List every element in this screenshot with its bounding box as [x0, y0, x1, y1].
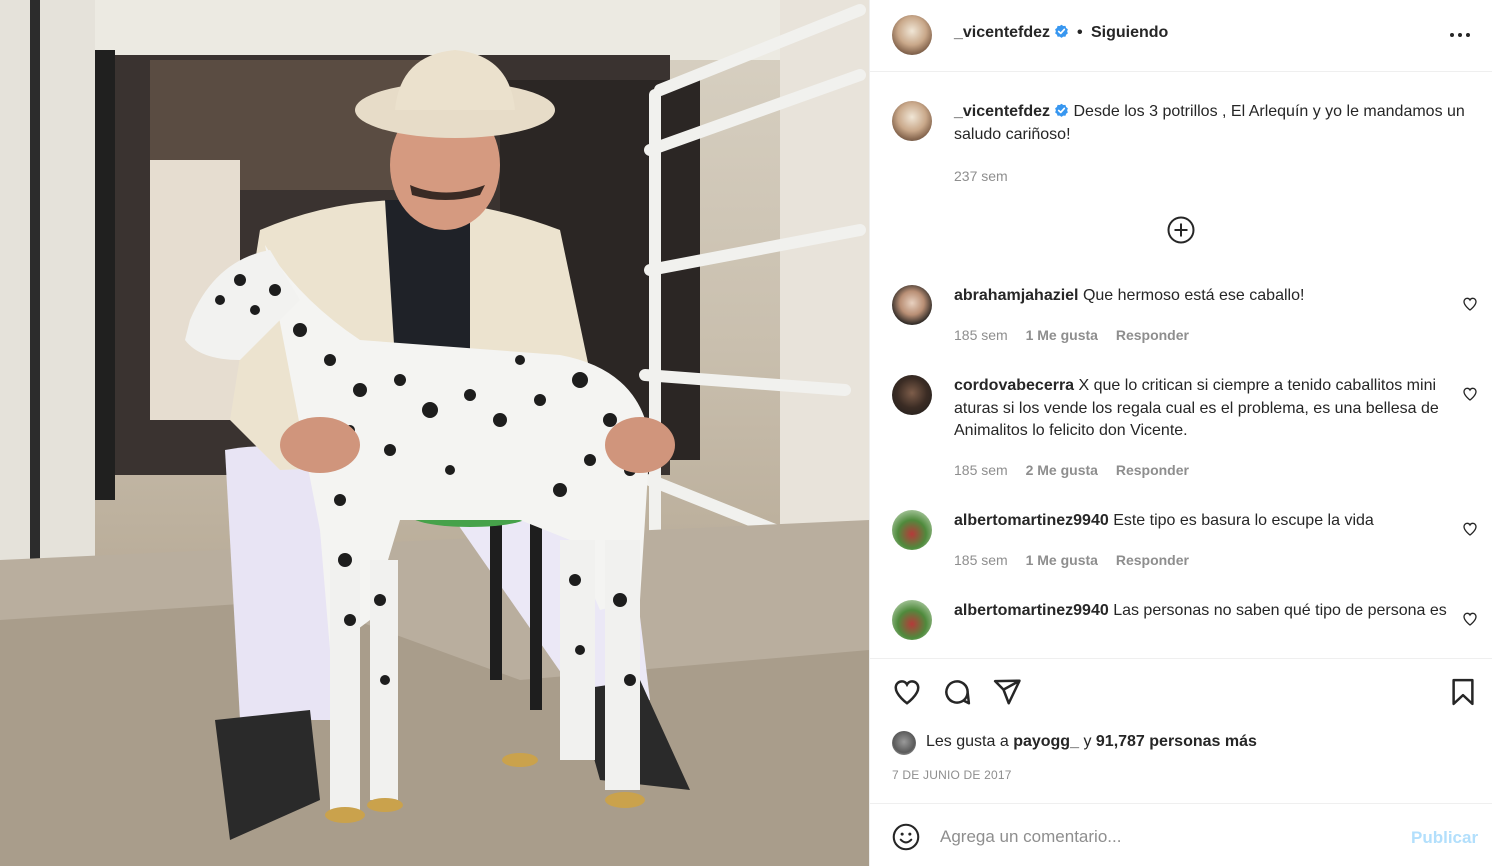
publish-button[interactable]: Publicar [1411, 828, 1478, 848]
comment-input[interactable] [940, 824, 1390, 850]
comment-time[interactable]: 185 sem [954, 327, 1008, 343]
comment-body: Que hermoso está ese caballo! [1082, 287, 1305, 304]
likes-count[interactable]: 91,787 personas más [1096, 733, 1257, 750]
comment-likes[interactable]: 2 Me gusta [1026, 462, 1098, 478]
commenter-avatar[interactable] [892, 600, 932, 640]
commenter-username[interactable]: albertomartinez9940 [954, 512, 1109, 529]
comment-item: cordovabecerra X que lo critican si ciem… [892, 375, 1482, 490]
comment-text: abrahamjahaziel Que hermoso está ese cab… [954, 285, 1479, 308]
commenter-username[interactable]: albertomartinez9940 [954, 602, 1109, 619]
comment-time[interactable]: 185 sem [954, 552, 1008, 568]
comment-item: albertomartinez9940 Este tipo es basura … [892, 510, 1482, 580]
likes-prefix: Les gusta a [926, 733, 1009, 750]
post-photo-illustration [0, 0, 869, 866]
liker-username[interactable]: payogg_ [1013, 733, 1079, 750]
liker-avatar[interactable] [892, 731, 916, 755]
caption-time[interactable]: 237 sem [954, 168, 1008, 184]
share-icon[interactable] [992, 677, 1022, 707]
caption-meta: 237 sem [954, 168, 1022, 184]
comment-item: abrahamjahaziel Que hermoso está ese cab… [892, 285, 1482, 355]
header-separator: • [1077, 24, 1083, 41]
likes-text: Les gusta a payogg_ y 91,787 personas má… [926, 733, 1257, 751]
commenter-username[interactable]: cordovabecerra [954, 377, 1074, 394]
comment-text: albertomartinez9940 Las personas no sabe… [954, 600, 1479, 623]
heart-icon[interactable] [1462, 521, 1478, 537]
caption-text: _vicentefdez Desde los 3 potrillos , El … [954, 101, 1479, 146]
comment-item: albertomartinez9940 Las personas no sabe… [892, 600, 1482, 658]
reply-button[interactable]: Responder [1116, 327, 1189, 343]
comment-likes[interactable]: 1 Me gusta [1026, 552, 1098, 568]
heart-icon[interactable] [1462, 386, 1478, 402]
comment-body: Las personas no saben qué tipo de person… [1113, 602, 1447, 619]
plus-circle-icon[interactable] [1166, 215, 1196, 245]
add-comment-bar: Publicar [870, 803, 1492, 866]
commenter-avatar[interactable] [892, 510, 932, 550]
comment-likes[interactable]: 1 Me gusta [1026, 327, 1098, 343]
comment-time[interactable]: 185 sem [954, 462, 1008, 478]
caption: _vicentefdez Desde los 3 potrillos , El … [892, 101, 1482, 191]
following-button[interactable]: Siguiendo [1091, 24, 1168, 42]
commenter-avatar[interactable] [892, 375, 932, 415]
caption-avatar[interactable] [892, 101, 932, 141]
post-date[interactable]: 7 DE JUNIO DE 2017 [892, 768, 1012, 782]
likes-joiner: y [1083, 733, 1092, 750]
verified-badge-icon [1055, 103, 1068, 117]
author-avatar[interactable] [892, 15, 932, 55]
verified-badge-icon [1055, 24, 1068, 38]
comment-text: cordovabecerra X que lo critican si ciem… [954, 375, 1479, 443]
comment-meta: 185 sem 2 Me gusta Responder [954, 462, 1203, 478]
post-side-panel: _vicentefdez • Siguiendo _vicentefdez De… [869, 0, 1492, 866]
comment-body: Este tipo es basura lo escupe la vida [1113, 512, 1374, 529]
heart-icon[interactable] [1462, 296, 1478, 312]
more-options-icon[interactable] [1448, 26, 1472, 44]
author-username[interactable]: _vicentefdez [954, 24, 1069, 42]
post-photo[interactable] [0, 0, 869, 866]
post-header: _vicentefdez • Siguiendo [870, 0, 1492, 72]
commenter-avatar[interactable] [892, 285, 932, 325]
comments-list[interactable]: _vicentefdez Desde los 3 potrillos , El … [870, 73, 1492, 658]
heart-icon[interactable] [892, 677, 922, 707]
heart-icon[interactable] [1462, 611, 1478, 627]
emoji-icon[interactable] [892, 823, 920, 851]
caption-username[interactable]: _vicentefdez [954, 103, 1050, 120]
commenter-username[interactable]: abrahamjahaziel [954, 287, 1079, 304]
comment-meta: 185 sem 1 Me gusta Responder [954, 327, 1203, 343]
bookmark-icon[interactable] [1448, 677, 1478, 707]
post-actions: Les gusta a payogg_ y 91,787 personas má… [870, 658, 1492, 803]
comment-text: albertomartinez9940 Este tipo es basura … [954, 510, 1479, 533]
reply-button[interactable]: Responder [1116, 462, 1189, 478]
reply-button[interactable]: Responder [1116, 552, 1189, 568]
comment-icon[interactable] [942, 677, 972, 707]
comment-meta: 185 sem 1 Me gusta Responder [954, 552, 1203, 568]
